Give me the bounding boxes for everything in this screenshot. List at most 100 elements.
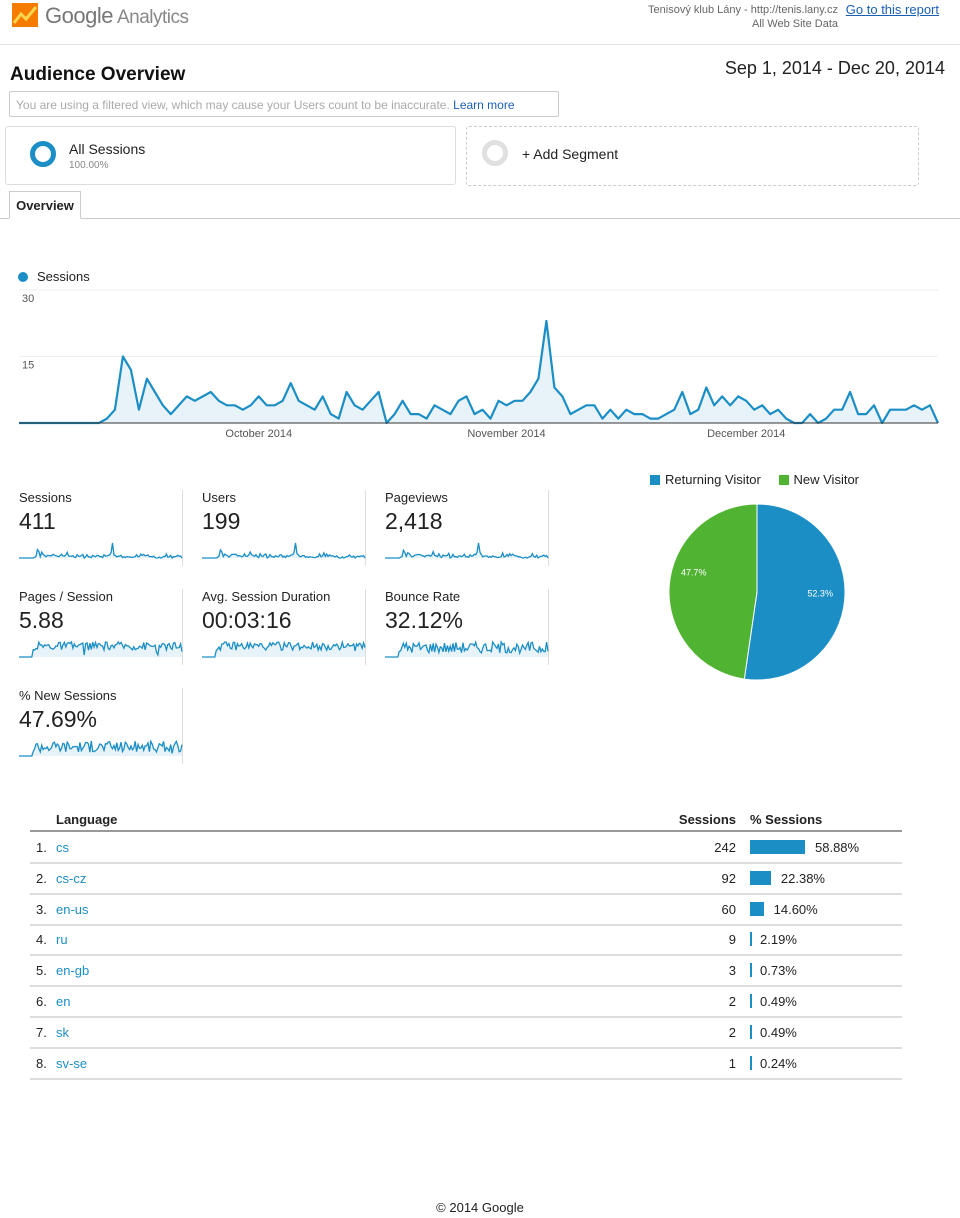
metric-value: 00:03:16 [202, 607, 292, 633]
pie-slice-label: 47.7% [681, 567, 707, 577]
metric-sparkline [19, 739, 183, 757]
row-sessions: 9 [728, 932, 736, 948]
language-link[interactable]: cs-cz [56, 871, 86, 886]
google-analytics-logo-icon [12, 3, 38, 27]
metric-value: 47.69% [19, 706, 98, 732]
metric-label: Users [202, 490, 236, 505]
tab-overview[interactable]: Overview [9, 191, 81, 219]
language-link[interactable]: sv-se [56, 1056, 87, 1071]
metric-card[interactable]: Avg. Session Duration 00:03:16 [183, 589, 366, 665]
row-percent-bar [750, 901, 764, 916]
row-rank: 2. [36, 870, 47, 886]
language-link[interactable]: cs [56, 840, 69, 855]
metric-card[interactable]: Bounce Rate 32.12% [366, 589, 549, 665]
page-title: Audience Overview [10, 64, 186, 85]
x-tick-label: December 2014 [707, 428, 785, 440]
row-percent-bar [750, 840, 805, 854]
language-link[interactable]: en-gb [56, 963, 89, 978]
row-rank: 4. [36, 932, 47, 948]
table-row: 7. sk 2 0.49% [30, 1017, 902, 1049]
segment-percent: 100.00% [69, 160, 109, 171]
legend-new[interactable]: New Visitor [778, 472, 859, 487]
row-percent-bar [750, 870, 771, 885]
segment-placeholder-icon [482, 140, 508, 166]
metric-label: Sessions [19, 490, 72, 505]
row-rank: 1. [36, 840, 47, 855]
x-tick-label: October 2014 [225, 428, 292, 440]
row-rank: 8. [36, 1055, 47, 1071]
segment-name: All Sessions [69, 141, 146, 157]
row-percent-bar [750, 1024, 752, 1039]
metric-label: Avg. Session Duration [202, 589, 331, 604]
view-name: All Web Site Data [751, 18, 838, 30]
row-percent: 0.49% [760, 1024, 797, 1040]
metric-label: Pages / Session [19, 589, 113, 604]
row-percent: 22.38% [780, 870, 825, 886]
segment-all-sessions[interactable]: All Sessions 100.00% [5, 126, 456, 185]
learn-more-link[interactable]: Learn more [453, 98, 514, 112]
row-sessions: 2 [728, 1024, 736, 1040]
metric-sparkline [202, 542, 366, 560]
table-row: 8. sv-se 1 0.24% [30, 1048, 902, 1080]
metric-card[interactable]: Pages / Session 5.88 [0, 589, 183, 665]
add-segment-label: + Add Segment [522, 146, 619, 162]
language-link[interactable]: ru [56, 932, 68, 947]
new-swatch-icon [778, 475, 789, 485]
metric-value: 32.12% [385, 607, 464, 633]
row-percent: 14.60% [773, 901, 818, 917]
metric-card[interactable]: Users 199 [183, 490, 366, 566]
row-percent-bar [750, 932, 753, 947]
report-header: Google Analytics Tenisový klub Lány - htt… [0, 0, 960, 45]
row-percent-bar [750, 1055, 752, 1070]
table-row: 3. en-us 60 14.60% [30, 894, 902, 926]
metric-label: % New Sessions [19, 688, 117, 703]
row-sessions: 1 [728, 1055, 736, 1071]
metric-sparkline [19, 640, 183, 658]
metric-value: 411 [19, 508, 56, 534]
sessions-line-chart[interactable]: 30 15 October 2014 November 2014 December 2… [0, 280, 960, 450]
metric-card[interactable]: Sessions 411 [0, 490, 183, 566]
table-row: 1. cs 242 58.88% [30, 832, 902, 864]
footer-copyright: © 2014 Google [436, 1200, 524, 1215]
metric-card[interactable]: Pageviews 2,418 [366, 490, 549, 566]
metric-sparkline [19, 542, 183, 560]
notice-text: You are using a filtered view, which may… [16, 98, 450, 112]
add-segment-button[interactable]: + Add Segment [466, 126, 919, 186]
row-percent: 2.19% [760, 932, 797, 948]
date-range[interactable]: Sep 1, 2014 - Dec 20, 2014 [725, 58, 945, 79]
language-link[interactable]: en-us [56, 902, 89, 917]
pie-slice-label: 52.3% [807, 589, 833, 599]
row-rank: 6. [36, 994, 47, 1009]
row-percent-bar [750, 994, 752, 1008]
col-sessions: Sessions [678, 812, 736, 827]
metric-card[interactable]: % New Sessions 47.69% [0, 688, 183, 764]
sessions-area [19, 321, 938, 423]
metric-value: 199 [202, 508, 241, 534]
language-link[interactable]: sk [56, 1025, 69, 1040]
metric-label: Bounce Rate [385, 589, 461, 604]
legend-returning[interactable]: Returning Visitor [650, 472, 761, 487]
language-link[interactable]: en [56, 994, 70, 1009]
metric-value: 5.88 [19, 607, 64, 633]
row-rank: 5. [36, 963, 47, 979]
go-to-report-link[interactable]: Go to this report [846, 2, 939, 17]
col-language: Language [56, 812, 118, 827]
pie-legend: Returning Visitor New Visitor [650, 472, 859, 487]
row-sessions: 2 [728, 994, 736, 1009]
x-tick-label: November 2014 [467, 428, 545, 440]
row-sessions: 3 [728, 963, 736, 979]
metric-value: 2,418 [385, 508, 443, 534]
row-percent: 0.73% [760, 963, 797, 979]
visitor-pie-chart[interactable]: 52.3% 47.7% [660, 500, 860, 685]
pie-slice-new-visitor[interactable] [668, 503, 758, 680]
row-percent: 0.24% [760, 1055, 797, 1071]
metric-sparkline [202, 639, 366, 658]
row-sessions: 242 [714, 840, 736, 855]
metric-label: Pageviews [385, 490, 448, 505]
table-row: 5. en-gb 3 0.73% [30, 955, 902, 988]
account-name: Tenisový klub Lány - http://tenis.lany.c… [648, 4, 838, 16]
row-rank: 3. [36, 901, 47, 917]
col-percent-sessions: % Sessions [750, 812, 823, 827]
row-percent: 0.49% [760, 994, 797, 1009]
row-sessions: 60 [721, 901, 736, 917]
